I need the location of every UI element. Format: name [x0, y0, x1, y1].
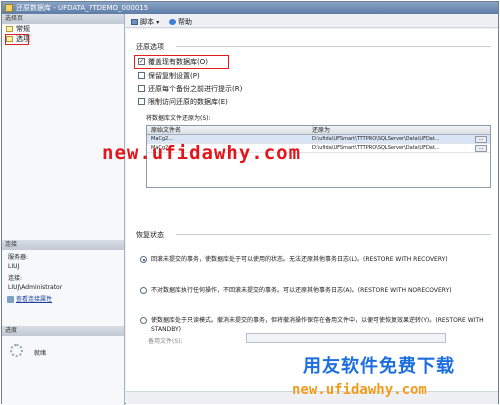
- help-label: 帮助: [178, 18, 192, 26]
- restrict-access-label: 限制访问还原的数据库(E): [148, 98, 228, 106]
- restore-with-recovery-radio[interactable]: [140, 256, 147, 263]
- file-grid-caption: 将数据库文件还原为(S):: [146, 115, 211, 122]
- page-general-label: 常规: [16, 25, 30, 33]
- keep-replication-checkbox[interactable]: [138, 72, 145, 79]
- progress-spinner-icon: [10, 344, 23, 357]
- page-icon: [6, 26, 13, 32]
- restrict-access-checkbox-row[interactable]: 限制访问还原的数据库(E): [138, 97, 228, 107]
- restore-as-path[interactable]: D:\ufida\UFSmart\TTTPRO\SQLServer\Data\U…: [312, 144, 474, 153]
- select-page-header: 选择页: [2, 14, 124, 24]
- section-divider: [176, 234, 491, 235]
- help-button[interactable]: 帮助: [168, 16, 192, 28]
- progress-status: 就绪: [34, 350, 47, 357]
- database-icon: [5, 4, 13, 12]
- col-original-filename: 原始文件名: [151, 127, 182, 134]
- restore-with-norecovery-radio[interactable]: [140, 287, 147, 294]
- restore-options-title: 还原选项: [136, 43, 164, 51]
- standby-file-input[interactable]: [246, 333, 446, 343]
- window-title: 还原数据库 - UFDATA_?TDEMO_000015: [16, 4, 149, 12]
- watermark-center: new.ufidawhy.com: [102, 142, 302, 164]
- view-connection-properties-label: 查看连接属性: [16, 296, 53, 303]
- section-divider: [176, 46, 491, 47]
- browse-button[interactable]: ...: [475, 136, 487, 143]
- prompt-each-label: 还原每个备份之前进行提示(R): [148, 85, 243, 93]
- progress-header: 进度: [2, 326, 124, 336]
- connection-section: 连接 服务器: LIUJ 连接: LIUJ\Administrator 查看连接…: [2, 240, 124, 304]
- grid-header: 原始文件名 还原为: [147, 126, 490, 135]
- server-value: LIUJ: [8, 263, 20, 270]
- norecovery-radio-row[interactable]: 不对数据库执行任何操作，不回滚未提交的事务。可以还原其他事务日志(A)。(RES…: [140, 286, 490, 295]
- recovery-radio-row[interactable]: 回滚未提交的事务，使数据库处于可以使用的状态。无法还原其他事务日志(L)。(RE…: [140, 255, 490, 264]
- restore-as-path[interactable]: D:\ufida\UFSmart\TTTPRO\SQLServer\Data\U…: [312, 135, 474, 144]
- left-pane: 选择页 常规 选项 连接 服务器: LIUJ 连接: LIUJ\Administ…: [2, 14, 125, 405]
- script-button[interactable]: 脚本 ▾: [130, 16, 159, 28]
- restore-with-standby-label: 使数据库处于只读模式。撤消未提交的事务，但将撤消操作保存在备用文件中，以便可使恢…: [151, 317, 484, 333]
- connection-value: LIUJ\Administrator: [8, 284, 63, 291]
- keep-replication-label: 保留复制设置(P): [148, 72, 200, 80]
- overwrite-checkbox[interactable]: ✓: [138, 58, 145, 65]
- standby-file-label: 备用文件(S):: [148, 338, 183, 345]
- restore-with-standby-radio[interactable]: [140, 317, 147, 324]
- view-connection-properties-link[interactable]: 查看连接属性: [2, 295, 124, 304]
- connection-label: 连接:: [8, 275, 23, 282]
- prompt-each-checkbox-row[interactable]: 还原每个备份之前进行提示(R): [138, 84, 242, 94]
- page-general[interactable]: 常规: [2, 24, 124, 34]
- restore-with-recovery-label: 回滚未提交的事务，使数据库处于可以使用的状态。无法还原其他事务日志(L)。(RE…: [151, 256, 448, 263]
- restore-database-window: 还原数据库 - UFDATA_?TDEMO_000015 选择页 常规 选项 连…: [1, 1, 499, 405]
- recovery-state-title: 恢复状态: [136, 231, 164, 239]
- overwrite-label: 覆盖现有数据库(O): [148, 58, 208, 66]
- standby-radio-row[interactable]: 使数据库处于只读模式。撤消未提交的事务，但将撤消操作保存在备用文件中，以便可使恢…: [140, 316, 490, 334]
- prompt-each-checkbox[interactable]: [138, 85, 145, 92]
- watermark-brand-cn: 用友软件免费下载: [303, 356, 455, 377]
- help-icon: [169, 19, 176, 25]
- restore-with-norecovery-label: 不对数据库执行任何操作，不回滚未提交的事务。可以还原其他事务日志(A)。(RES…: [151, 287, 452, 294]
- progress-section: 进度 就绪: [2, 326, 124, 357]
- browse-button[interactable]: ...: [475, 145, 487, 152]
- connection-properties-icon: [7, 296, 14, 303]
- script-label: 脚本: [140, 18, 154, 26]
- options-highlight-box: [5, 34, 29, 45]
- options-page: 还原选项 ✓ 覆盖现有数据库(O) 保留复制设置(P) 还原每个备份之前进行提示…: [126, 29, 498, 404]
- server-label: 服务器:: [8, 254, 29, 261]
- script-icon: [131, 19, 138, 25]
- overwrite-checkbox-row[interactable]: ✓ 覆盖现有数据库(O): [138, 57, 208, 67]
- restrict-access-checkbox[interactable]: [138, 98, 145, 105]
- chevron-down-icon: ▾: [156, 19, 160, 26]
- col-restore-as: 还原为: [312, 127, 331, 134]
- toolbar: 脚本 ▾ 帮助: [126, 16, 498, 28]
- title-bar: 还原数据库 - UFDATA_?TDEMO_000015: [2, 2, 498, 14]
- watermark-brand-url: new.ufidawhy.com: [292, 382, 427, 398]
- connection-header: 连接: [2, 240, 124, 250]
- keep-replication-checkbox-row[interactable]: 保留复制设置(P): [138, 71, 200, 81]
